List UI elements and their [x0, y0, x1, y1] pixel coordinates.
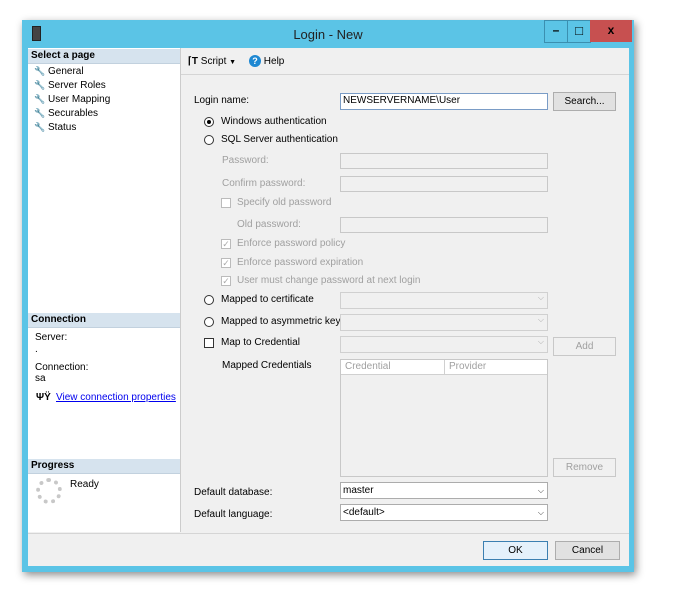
progress-header: Progress — [28, 459, 180, 474]
view-connection-properties-link[interactable]: View connection properties — [56, 391, 176, 405]
mapped-cert-radio[interactable] — [204, 295, 214, 305]
sidebar-item-user-mapping[interactable]: 🔧 User Mapping — [34, 92, 110, 106]
login-name-label: Login name: — [194, 95, 250, 106]
asymmetric-key-select[interactable]: ⌵ — [340, 314, 548, 331]
progress-status: Ready — [70, 479, 99, 490]
confirm-password-label: Confirm password: — [222, 178, 306, 189]
wrench-icon: 🔧 — [34, 108, 46, 118]
wrench-icon: 🔧 — [34, 66, 46, 76]
select-page-header: Select a page — [28, 49, 180, 64]
server-label: Server: — [35, 332, 68, 343]
connection-value: sa — [35, 373, 46, 384]
add-button[interactable]: Add — [553, 337, 616, 356]
sidebar-item-general[interactable]: 🔧 General — [34, 64, 84, 78]
sql-auth-radio[interactable] — [204, 135, 214, 145]
enforce-expiration-label: Enforce password expiration — [237, 257, 364, 268]
column-header-credential[interactable]: Credential — [341, 360, 445, 375]
password-input[interactable] — [340, 153, 548, 169]
minimize-button[interactable]: – — [544, 20, 568, 43]
mapped-credentials-label: Mapped Credentials — [222, 360, 312, 371]
default-database-label: Default database: — [194, 487, 273, 498]
enforce-policy-label: Enforce password policy — [237, 238, 346, 249]
certificate-select[interactable]: ⌵ — [340, 292, 548, 309]
progress-spinner-icon — [36, 478, 62, 504]
help-button[interactable]: ? Help — [249, 55, 284, 69]
default-database-select[interactable]: master ⌵ — [340, 482, 548, 499]
maximize-button[interactable]: □ — [567, 20, 591, 43]
close-button[interactable]: x — [590, 20, 632, 42]
wrench-icon: 🔧 — [34, 94, 46, 104]
chevron-down-icon: ⌵ — [537, 486, 544, 495]
column-header-provider[interactable]: Provider — [445, 360, 547, 375]
mapped-cert-label: Mapped to certificate — [221, 294, 314, 305]
windows-auth-radio[interactable] — [204, 117, 214, 127]
chevron-down-icon: ⌵ — [537, 508, 544, 517]
window-title: Login - New — [293, 27, 363, 42]
default-language-select[interactable]: <default> ⌵ — [340, 504, 548, 521]
remove-button[interactable]: Remove — [553, 458, 616, 477]
sql-auth-label: SQL Server authentication — [221, 134, 338, 145]
password-label: Password: — [222, 155, 269, 166]
windows-auth-label: Windows authentication — [221, 116, 327, 127]
enforce-expiration-checkbox[interactable]: ✓ — [221, 258, 231, 268]
ok-button[interactable]: OK — [483, 541, 548, 560]
wrench-icon: 🔧 — [34, 80, 46, 90]
credential-select[interactable]: ⌵ — [340, 336, 548, 353]
script-icon: ⌈T — [188, 56, 199, 67]
wrench-icon: 🔧 — [34, 122, 46, 132]
server-value: . — [35, 344, 38, 355]
mapped-key-radio[interactable] — [204, 317, 214, 327]
map-credential-checkbox[interactable] — [204, 338, 214, 348]
mapped-key-label: Mapped to asymmetric key — [221, 316, 341, 327]
chevron-down-icon: ⌵ — [537, 293, 544, 302]
login-name-input[interactable]: NEWSERVERNAME\User — [340, 93, 548, 110]
sidebar-item-securables[interactable]: 🔧 Securables — [34, 106, 98, 120]
connection-header: Connection — [28, 313, 180, 328]
old-password-label: Old password: — [237, 219, 301, 230]
enforce-policy-checkbox[interactable]: ✓ — [221, 239, 231, 249]
search-button[interactable]: Search... — [553, 92, 616, 111]
chevron-down-icon: ⌵ — [537, 337, 544, 346]
help-icon: ? — [249, 55, 261, 67]
old-password-input[interactable] — [340, 217, 548, 233]
dialog-body: Select a page 🔧 General 🔧 Server Roles 🔧 Us… — [28, 48, 629, 566]
specify-old-password-label: Specify old password — [237, 197, 332, 208]
default-language-label: Default language: — [194, 509, 273, 520]
login-dialog: Login - New – □ x Select a page 🔧 General… — [22, 20, 634, 572]
left-panel: Select a page 🔧 General 🔧 Server Roles 🔧 Us… — [28, 48, 181, 532]
map-credential-label: Map to Credential — [221, 337, 300, 348]
specify-old-password-checkbox[interactable] — [221, 198, 231, 208]
must-change-checkbox[interactable]: ✓ — [221, 276, 231, 286]
connection-properties-icon: ΨΫ — [36, 392, 51, 403]
script-button[interactable]: ⌈T Script ▼ — [188, 55, 236, 69]
chevron-down-icon: ⌵ — [537, 315, 544, 324]
divider — [28, 533, 629, 534]
sidebar-item-status[interactable]: 🔧 Status — [34, 120, 76, 134]
toolbar: ⌈T Script ▼ ? Help — [181, 48, 629, 75]
sidebar-item-server-roles[interactable]: 🔧 Server Roles — [34, 78, 106, 92]
confirm-password-input[interactable] — [340, 176, 548, 192]
must-change-label: User must change password at next login — [237, 275, 421, 286]
cancel-button[interactable]: Cancel — [555, 541, 620, 560]
mapped-credentials-table: Credential Provider — [340, 359, 548, 477]
chevron-down-icon: ▼ — [229, 59, 237, 66]
